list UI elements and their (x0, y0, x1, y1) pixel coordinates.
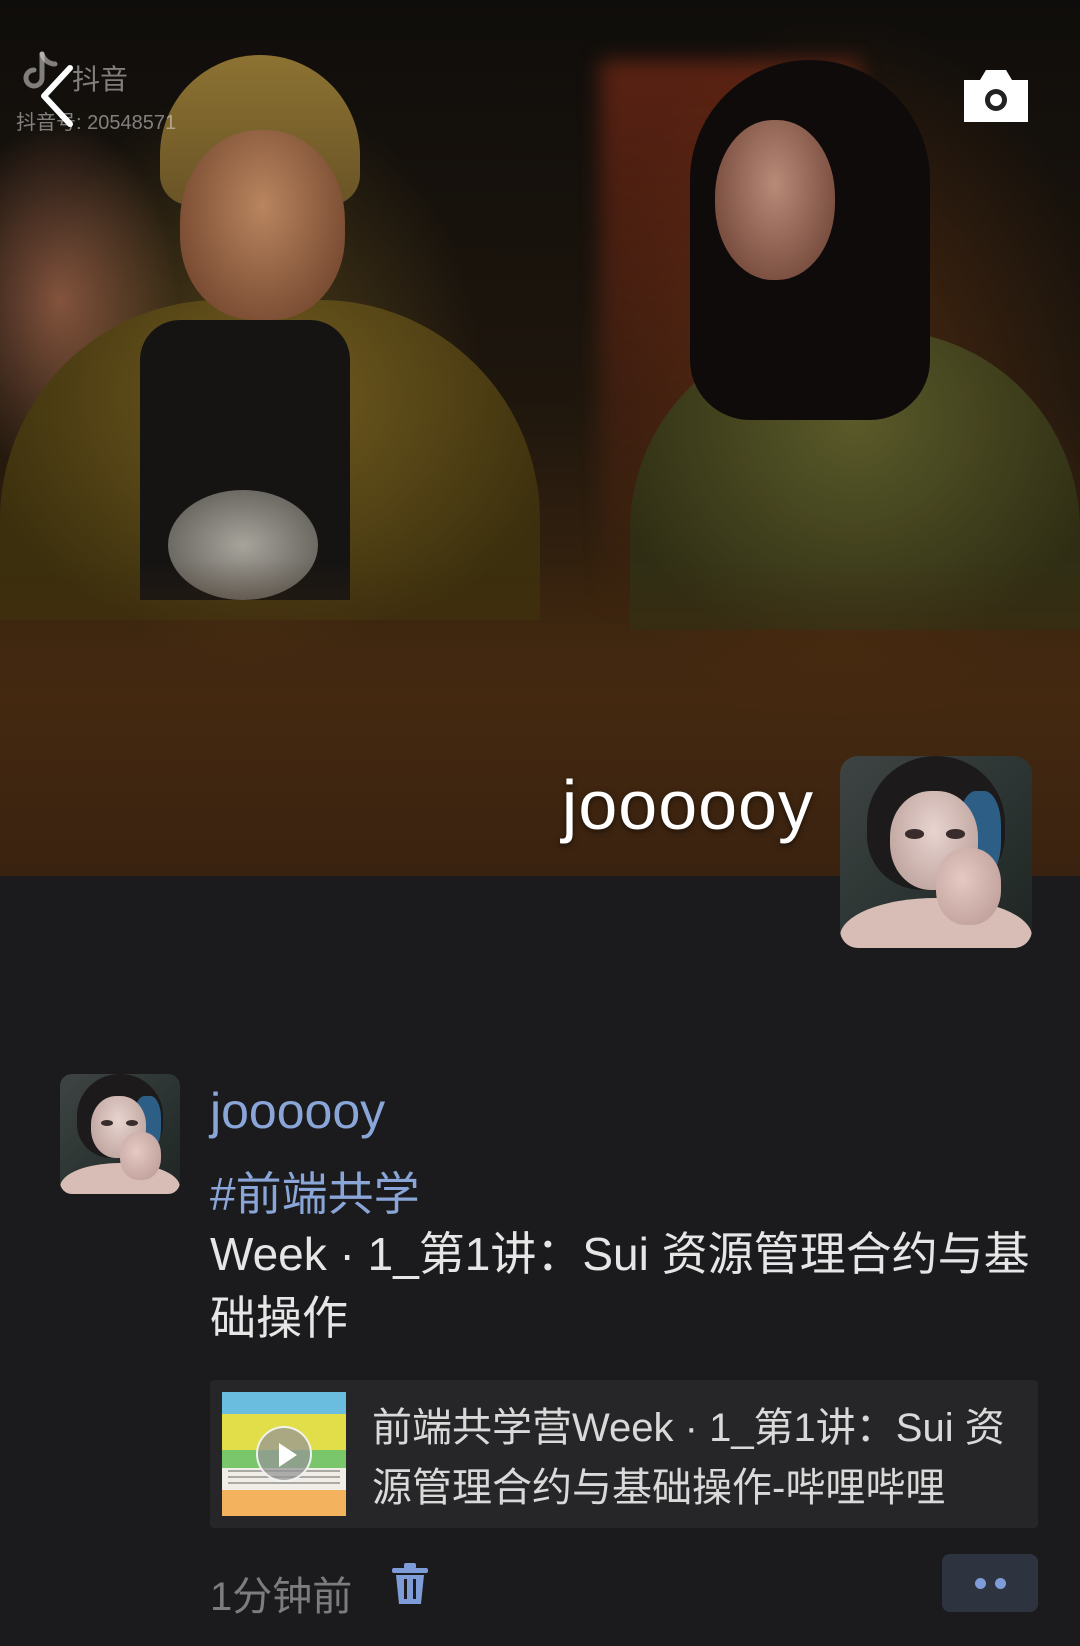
more-dots-icon (975, 1578, 986, 1589)
avatar-image (60, 1074, 180, 1194)
trash-icon[interactable] (390, 1562, 430, 1606)
shared-link-card[interactable]: 前端共学营Week · 1_第1讲：Sui 资源管理合约与基础操作-哔哩哔哩 (210, 1380, 1038, 1528)
post-hashtag[interactable]: #前端共学 (210, 1158, 420, 1224)
post-author-avatar[interactable] (60, 1074, 180, 1194)
profile-avatar[interactable] (840, 756, 1032, 948)
cover-username: joooooy (561, 766, 814, 844)
moments-page: 抖音 抖音号: 20548571 joooooy joooooy #前端共学 W… (0, 0, 1080, 1646)
post-text: Week · 1_第1讲：Sui 资源管理合约与基础操作 (210, 1228, 1030, 1344)
post-author-name[interactable]: joooooy (210, 1082, 385, 1140)
more-dots-icon (995, 1578, 1006, 1589)
camera-icon[interactable] (960, 66, 1032, 126)
more-options-button[interactable] (942, 1554, 1038, 1612)
back-chevron-left-icon[interactable] (34, 60, 82, 132)
cover-figure-woman (715, 120, 835, 280)
link-title: 前端共学营Week · 1_第1讲：Sui 资源管理合约与基础操作-哔哩哔哩 (372, 1406, 1005, 1510)
play-icon (256, 1426, 312, 1482)
cover-image[interactable]: 抖音 抖音号: 20548571 joooooy (0, 0, 1080, 876)
avatar-image (840, 756, 1032, 948)
post-timestamp: 1分钟前 (210, 1575, 353, 1619)
link-thumbnail (222, 1392, 346, 1516)
cover-figure-man (180, 130, 345, 320)
